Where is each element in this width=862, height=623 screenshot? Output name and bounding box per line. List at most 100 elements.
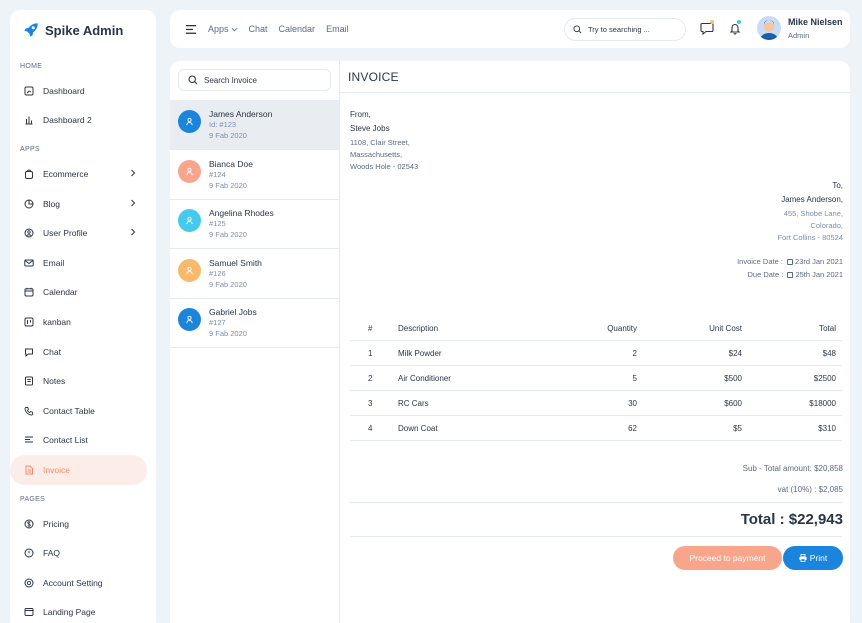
nav-calendar[interactable]: Calendar	[279, 24, 316, 34]
invoice-id: #125	[209, 219, 226, 228]
sidebar-item-label: Invoice	[43, 464, 70, 475]
invoice-list-item[interactable]: Angelina Rhodes #125 9 Fab 2020	[170, 199, 339, 249]
sidebar-item-notes[interactable]: Notes	[10, 366, 147, 396]
invoice-avatar	[178, 159, 201, 183]
sidebar-item-pricing[interactable]: Pricing	[10, 509, 147, 539]
invoice-customer-name: Samuel Smith	[209, 257, 262, 268]
cell-quantity: 30	[628, 399, 637, 408]
user-circle-icon	[24, 228, 34, 238]
nav-apps[interactable]: Apps	[208, 24, 238, 34]
table-row: 4 Down Coat 62 $5 $310	[350, 416, 842, 441]
invoice-list-item[interactable]: James Anderson Id: #123 9 Fab 2020	[170, 100, 339, 150]
message-icon	[24, 347, 34, 357]
sidebar-item-contact-list[interactable]: Contact List	[10, 426, 147, 456]
print-button-label: Print	[809, 553, 828, 563]
cell-number: 1	[368, 349, 373, 358]
from-address-line: 1108, Clair Street,	[350, 138, 410, 147]
header-search-input[interactable]: Try to searching ...	[564, 18, 686, 41]
notification-dot	[737, 20, 741, 24]
search-icon	[188, 75, 198, 85]
table-row: 2 Air Conditioner 5 $500 $2500	[350, 366, 842, 391]
user-role: Admin	[788, 31, 810, 40]
col-unit-cost: Unit Cost	[709, 324, 742, 333]
user-settings-icon	[24, 578, 34, 588]
invoice-avatar	[178, 209, 201, 232]
sidebar-item-chat[interactable]: Chat	[10, 337, 147, 367]
sidebar-item-label: Email	[43, 257, 65, 268]
chart-bar-icon	[24, 115, 34, 125]
sidebar-item-ecommerce[interactable]: Ecommerce	[10, 159, 147, 189]
printer-icon	[799, 554, 807, 562]
rocket-logo-icon	[24, 23, 38, 37]
col-description: Description	[398, 324, 439, 333]
cell-description: Air Conditioner	[398, 374, 451, 383]
divider	[350, 502, 842, 503]
cell-unit-cost: $600	[724, 399, 742, 408]
sidebar-item-invoice[interactable]: Invoice	[10, 455, 147, 485]
cell-unit-cost: $24	[728, 349, 742, 358]
cell-quantity: 62	[628, 424, 637, 433]
chevron-right-icon	[131, 199, 136, 207]
sidebar-item-email[interactable]: Email	[10, 248, 147, 278]
sidebar-item-label: Contact Table	[43, 405, 95, 416]
nav-email[interactable]: Email	[326, 24, 349, 34]
sidebar-item-landing-page[interactable]: Landing Page	[10, 598, 147, 623]
app-window-icon	[24, 607, 34, 617]
from-address-line: Woods Hole - 02543	[350, 162, 419, 171]
sidebar-item-kanban[interactable]: kanban	[10, 307, 147, 337]
cell-total: $18000	[809, 399, 836, 408]
sidebar-item-label: Notes	[43, 376, 66, 387]
sidebar-item-label: kanban	[43, 316, 71, 327]
user-name: Mike Nielsen	[788, 17, 843, 27]
avatar[interactable]	[757, 16, 781, 40]
chevron-right-icon	[131, 169, 136, 177]
sidebar-item-dashboard-2[interactable]: Dashboard 2	[10, 106, 147, 136]
to-label: To,	[832, 181, 843, 190]
invoice-card: Search Invoice James Anderson Id: #123 9…	[170, 61, 850, 623]
bag-icon	[24, 169, 34, 179]
cell-unit-cost: $5	[733, 424, 742, 433]
table-row: 1 Milk Powder 2 $24 $48	[350, 341, 842, 366]
invoice-list-item[interactable]: Bianca Doe #124 9 Fab 2020	[170, 150, 339, 200]
calendar-icon	[787, 272, 794, 278]
proceed-to-payment-button[interactable]: Proceed to payment	[673, 546, 782, 570]
to-name: James Anderson,	[781, 195, 843, 204]
sidebar-item-label: Chat	[43, 346, 61, 357]
message-dot	[710, 20, 714, 24]
sidebar-item-dashboard[interactable]: Dashboard	[10, 76, 147, 106]
chevron-down-icon	[231, 27, 237, 31]
print-button[interactable]: Print	[783, 546, 843, 570]
sidebar-item-calendar[interactable]: Calendar	[10, 278, 147, 308]
sidebar-item-account-setting[interactable]: Account Setting	[10, 568, 147, 598]
invoice-id: #126	[209, 268, 226, 278]
invoice-list-item[interactable]: Samuel Smith #126 9 Fab 2020	[170, 249, 339, 299]
sidebar-item-label: Calendar	[43, 287, 78, 298]
sidebar-item-user-profile[interactable]: User Profile	[10, 218, 147, 248]
col-number: #	[368, 324, 373, 333]
vat: vat (10%) : $2,085	[777, 485, 843, 494]
layout-kanban-icon	[24, 317, 34, 327]
invoice-list-item[interactable]: Gabriel Jobs #127 9 Fab 2020	[170, 298, 339, 348]
notes-icon	[24, 376, 34, 386]
section-label-apps: APPS	[20, 146, 40, 154]
table-row: 3 RC Cars 30 $600 $18000	[350, 391, 842, 416]
brand[interactable]: Spike Admin	[10, 10, 156, 50]
sidebar-item-faq[interactable]: FAQ	[10, 538, 147, 568]
menu-icon[interactable]	[186, 25, 196, 34]
sidebar-item-label: FAQ	[43, 548, 61, 559]
col-total: Total	[819, 324, 836, 333]
invoice-id: #124	[209, 169, 226, 179]
cell-unit-cost: $500	[724, 374, 742, 383]
nav-chat[interactable]: Chat	[249, 24, 268, 34]
file-text-icon	[24, 465, 34, 475]
to-address-line: 455, Shobe Lane,	[783, 209, 843, 218]
to-address-line: Colorado,	[810, 221, 843, 230]
invoice-date: 9 Fab 2020	[209, 230, 247, 239]
sidebar-item-blog[interactable]: Blog	[10, 189, 147, 219]
invoice-search-input[interactable]: Search Invoice	[178, 69, 331, 91]
invoice-avatar	[178, 308, 201, 331]
top-nav: Apps Chat Calendar Email	[208, 24, 349, 34]
due-date-value: 25th Jan 2021	[795, 270, 843, 279]
section-label-pages: PAGES	[20, 495, 46, 503]
sidebar-item-contact-table[interactable]: Contact Table	[10, 396, 147, 426]
